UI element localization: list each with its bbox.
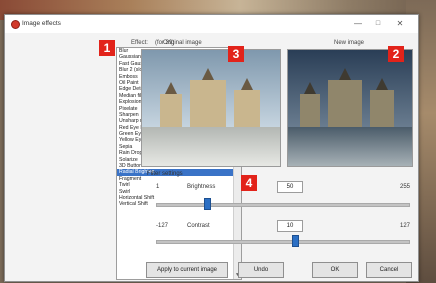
filter-settings-title: Filter settings [147,171,183,177]
apply-to-current-image-button[interactable]: Apply to current image [146,262,228,278]
brightness-value[interactable]: 50 [277,181,303,193]
callout-badge-4: 4 [241,175,257,191]
contrast-slider-track[interactable] [156,240,410,244]
contrast-min: -127 [156,223,169,229]
minimize-icon[interactable]: — [351,18,365,30]
app-icon [11,20,20,29]
brightness-label: Brightness [187,184,216,190]
contrast-max: 127 [400,223,411,229]
new-image-header: New image [334,40,365,46]
callout-badge-1: 1 [99,40,115,56]
maximize-icon[interactable]: □ [371,18,385,30]
callout-badge-3: 3 [228,46,244,62]
brightness-slider-thumb[interactable] [203,198,211,210]
brightness-slider-track[interactable] [156,203,410,207]
ok-button[interactable]: OK [312,262,358,278]
window-title: Image effects [22,20,61,27]
effect-header: Effect: [131,40,148,46]
brightness-max: 255 [400,184,411,190]
contrast-value[interactable]: 10 [277,220,303,232]
undo-button[interactable]: Undo [238,262,284,278]
title-bar: Image effects — □ ✕ [5,15,418,33]
original-image-preview [141,49,281,167]
close-icon[interactable]: ✕ [393,18,407,30]
cancel-button[interactable]: Cancel [366,262,412,278]
original-image-header: Original image [163,40,202,46]
brightness-min: 1 [156,184,160,190]
contrast-label: Contrast [187,223,210,229]
contrast-slider-thumb[interactable] [292,235,300,247]
new-image-preview [287,49,413,167]
callout-badge-2: 2 [388,46,404,62]
